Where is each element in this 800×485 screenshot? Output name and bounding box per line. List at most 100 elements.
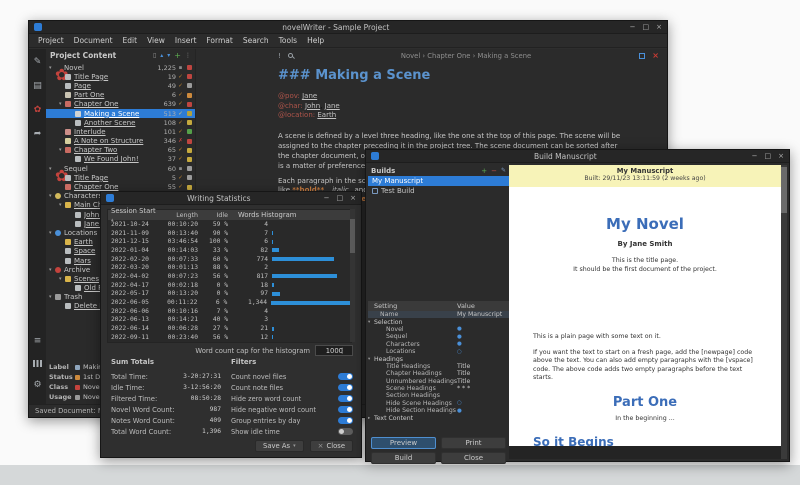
- setting-row[interactable]: ▸ Text Content: [368, 414, 509, 421]
- minimize-button[interactable]: −: [324, 192, 330, 205]
- stats-titlebar[interactable]: Writing Statistics − □ ×: [101, 192, 361, 205]
- char-value-1[interactable]: John: [305, 102, 320, 110]
- build-titlebar[interactable]: Build Manuscript − □ ×: [366, 150, 789, 163]
- filter-toggle[interactable]: [338, 384, 353, 391]
- setting-row[interactable]: Scene Headings * * *: [368, 385, 509, 392]
- setting-row[interactable]: Hide Section Headings ●: [368, 407, 509, 414]
- session-row[interactable]: 2021-11-09 00:13:40 90 % 7: [108, 229, 351, 238]
- setting-row[interactable]: Title Headings Title: [368, 363, 509, 370]
- close-button[interactable]: ×: [350, 192, 356, 205]
- main-titlebar[interactable]: novelWriter - Sample Project − □ ×: [29, 21, 667, 34]
- setting-row[interactable]: Locations ○: [368, 348, 509, 355]
- remove-build-icon[interactable]: −: [491, 167, 497, 175]
- menu-item[interactable]: View: [142, 34, 170, 48]
- session-row[interactable]: 2022-02-20 00:07:33 60 % 774: [108, 255, 351, 264]
- maximize-button[interactable]: □: [337, 192, 344, 205]
- session-row[interactable]: 2022-06-05 00:11:22 6 % 1,344: [108, 298, 351, 307]
- tree-item[interactable]: ▾ ✿ Novel 1,225 ▪: [46, 63, 195, 72]
- setting-row[interactable]: Novel ●: [368, 326, 509, 333]
- preview-scrollbar[interactable]: [781, 165, 787, 459]
- focus-mode-icon[interactable]: [639, 53, 645, 59]
- build-button[interactable]: Build: [371, 452, 436, 464]
- char-value-2[interactable]: Jane: [325, 102, 340, 110]
- sessions-table-header[interactable]: Session Start ▴ Length Idle Words Histog…: [108, 210, 351, 220]
- close-stats-button[interactable]: ×Close: [310, 440, 353, 452]
- tree-item[interactable]: We Found John! 37 ✓: [46, 155, 195, 164]
- tree-item[interactable]: Making a Scene 513 ✓: [46, 109, 195, 118]
- session-row[interactable]: 2022-06-06 00:10:16 7 % 4: [108, 307, 351, 316]
- gear-icon[interactable]: ⚙: [32, 380, 43, 391]
- menu-item[interactable]: Search: [238, 34, 274, 48]
- preview-button[interactable]: Preview: [371, 437, 436, 449]
- pov-value[interactable]: Jane: [302, 92, 317, 100]
- session-row[interactable]: 2022-05-17 00:13:20 0 % 97: [108, 290, 351, 299]
- print-button[interactable]: Print: [441, 437, 506, 449]
- tree-item[interactable]: Part One 6 ✓: [46, 91, 195, 100]
- close-button[interactable]: ×: [656, 21, 662, 34]
- setting-row[interactable]: Section Headings: [368, 392, 509, 399]
- session-row[interactable]: 2022-03-20 00:01:13 88 % 2: [108, 263, 351, 272]
- stats-scrollbar[interactable]: [350, 209, 355, 342]
- session-row[interactable]: 2022-06-13 00:14:21 40 % 3: [108, 316, 351, 325]
- setting-row[interactable]: Characters ●: [368, 341, 509, 348]
- build-list-item[interactable]: My Manuscript: [368, 176, 509, 186]
- project-tree-icon[interactable]: ▤: [32, 81, 43, 92]
- tree-item[interactable]: Another Scene 108 ✓: [46, 118, 195, 127]
- maximize-button[interactable]: □: [765, 150, 772, 163]
- spin-down-icon[interactable]: ▾: [341, 351, 343, 356]
- setting-row[interactable]: Name My Manuscript: [368, 311, 509, 318]
- move-down-icon[interactable]: ▾: [167, 52, 170, 59]
- save-as-button[interactable]: Save As▾: [255, 440, 304, 452]
- session-row[interactable]: 2022-04-17 00:02:18 0 % 18: [108, 281, 351, 290]
- cap-spinbox[interactable]: 1000: [315, 345, 353, 356]
- setting-row[interactable]: Hide Scene Headings ○: [368, 400, 509, 407]
- menu-item[interactable]: Insert: [170, 34, 202, 48]
- menu-item[interactable]: Help: [302, 34, 329, 48]
- filter-toggle[interactable]: [338, 417, 353, 424]
- session-row[interactable]: 2021-10-24 00:10:20 59 % 4: [108, 220, 351, 229]
- add-build-icon[interactable]: +: [481, 167, 487, 175]
- tree-item[interactable]: ▾ Chapter Two 65 ✓: [46, 146, 195, 155]
- build-list-item[interactable]: Test Build: [368, 186, 509, 196]
- export-icon[interactable]: ➦: [32, 129, 43, 140]
- close-document-icon[interactable]: ×: [652, 51, 659, 60]
- stats-icon[interactable]: [33, 360, 42, 367]
- edit-build-icon[interactable]: ✎: [501, 167, 506, 174]
- setting-row[interactable]: ▾ Headings: [368, 355, 509, 362]
- setting-row[interactable]: Sequel ●: [368, 333, 509, 340]
- menu-item[interactable]: Edit: [118, 34, 143, 48]
- tree-item[interactable]: Interlude 101 ✓: [46, 127, 195, 136]
- preview-scrollbar-thumb[interactable]: [781, 167, 787, 213]
- filter-toggle[interactable]: [338, 395, 353, 402]
- menu-item[interactable]: Project: [33, 34, 69, 48]
- location-value[interactable]: Earth: [317, 111, 336, 119]
- setting-row[interactable]: Chapter Headings Title: [368, 370, 509, 377]
- filter-toggle[interactable]: [338, 428, 353, 435]
- alert-icon[interactable]: !: [278, 52, 281, 60]
- kebab-menu-icon[interactable]: ⋮: [185, 52, 191, 59]
- tree-item[interactable]: A Note on Structure 346 ✗: [46, 137, 195, 146]
- novel-icon[interactable]: ✿: [32, 105, 43, 116]
- session-row[interactable]: 2022-06-14 00:06:28 27 % 21: [108, 324, 351, 333]
- outline-icon[interactable]: ≡: [32, 336, 43, 347]
- setting-row[interactable]: Unnumbered Headings Title: [368, 378, 509, 385]
- tree-item[interactable]: Title Page 5 ✓: [46, 173, 195, 182]
- maximize-button[interactable]: □: [643, 21, 650, 34]
- session-row[interactable]: 2021-12-15 03:46:54 100 % 6: [108, 237, 351, 246]
- menu-item[interactable]: Tools: [274, 34, 302, 48]
- session-row[interactable]: 2022-04-02 00:07:23 56 % 817: [108, 272, 351, 281]
- filter-toggle[interactable]: [338, 373, 353, 380]
- tree-item[interactable]: ▾ Chapter One 639 ✓: [46, 100, 195, 109]
- session-row[interactable]: 2022-09-11 00:23:40 56 % 12: [108, 333, 351, 342]
- add-item-icon[interactable]: +: [174, 51, 181, 60]
- session-row[interactable]: 2022-01-04 00:14:03 33 % 82: [108, 246, 351, 255]
- tree-item[interactable]: ▾ ✿ Sequel 60 ▪: [46, 164, 195, 173]
- minimize-button[interactable]: −: [752, 150, 758, 163]
- close-build-button[interactable]: Close: [441, 452, 506, 464]
- bookmark-icon[interactable]: ▯: [153, 52, 156, 59]
- menu-item[interactable]: Document: [69, 34, 118, 48]
- minimize-button[interactable]: −: [630, 21, 636, 34]
- setting-row[interactable]: ▾ Selection: [368, 318, 509, 325]
- stats-scrollbar-thumb[interactable]: [350, 219, 355, 253]
- tree-item[interactable]: Title Page 19 ✓: [46, 72, 195, 81]
